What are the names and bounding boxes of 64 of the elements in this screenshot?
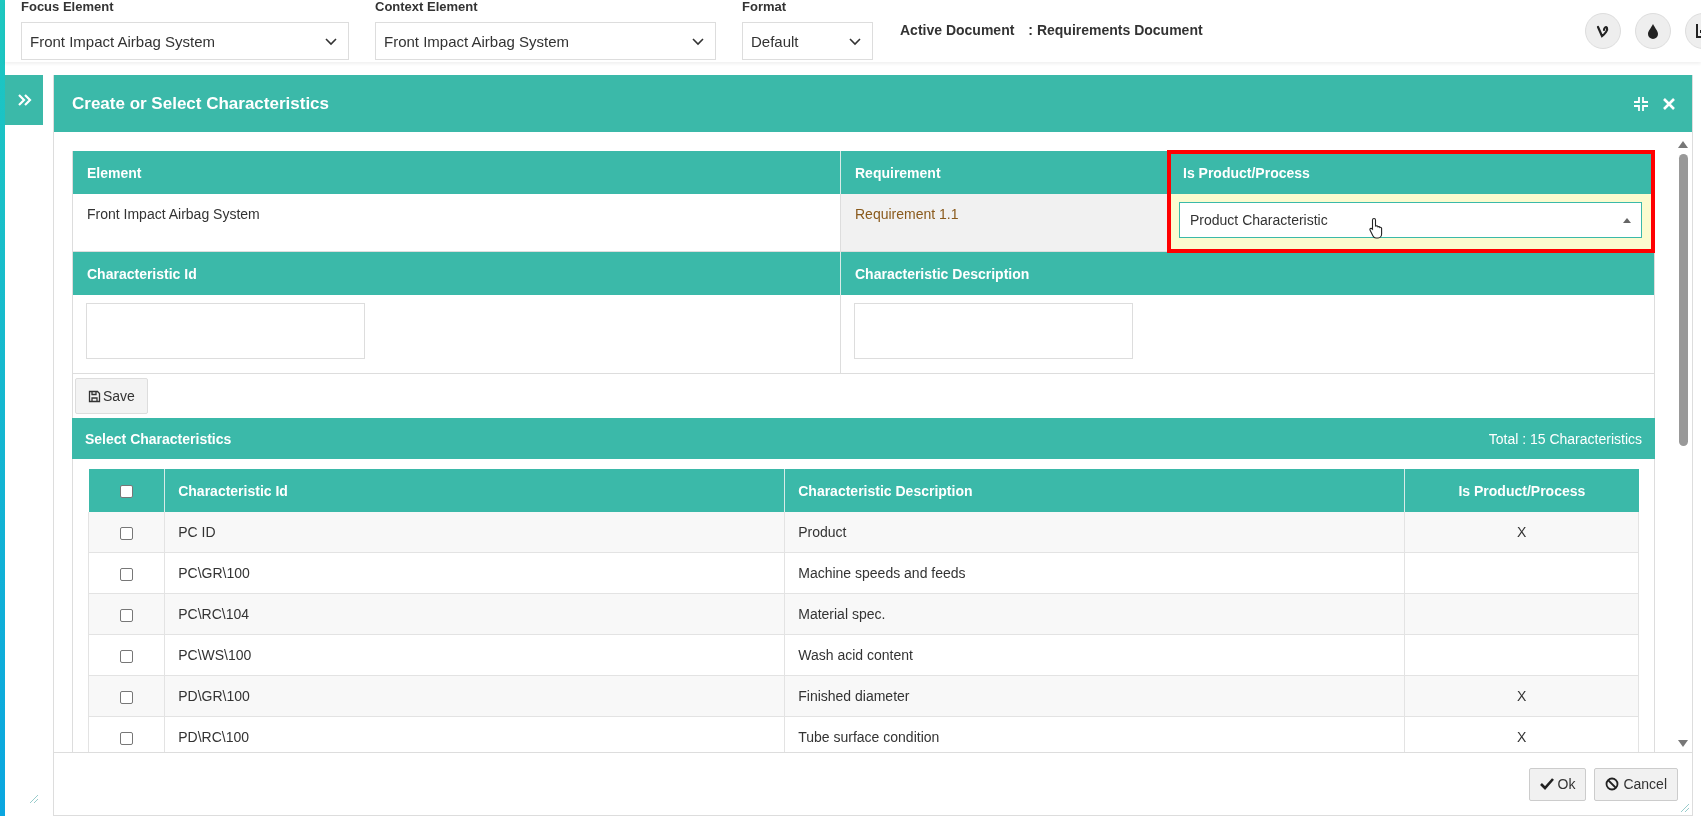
table-cell: X — [1404, 675, 1639, 717]
table-cell: PC\WS\100 — [164, 634, 785, 676]
dropdown[interactable]: Front Impact Airbag System — [375, 22, 716, 60]
row-checkbox[interactable] — [120, 731, 134, 745]
compress-icon — [1634, 96, 1648, 111]
table-cell: Product — [784, 512, 1405, 553]
total-count: Total : 15 Characteristics — [1488, 430, 1642, 447]
dialog-title: Create or Select Characteristics — [72, 93, 331, 114]
column-header: Is Product/Process — [1404, 469, 1639, 512]
table-cell: Requirement 1.1 — [840, 194, 1168, 252]
double-chevron-right-icon — [16, 93, 32, 107]
droplet-icon — [1645, 23, 1661, 39]
column-header: Element — [73, 151, 840, 194]
section-title: Select Characteristics — [85, 430, 232, 447]
save-button[interactable]: Save — [75, 378, 148, 414]
row-checkbox[interactable] — [120, 690, 134, 704]
ok-button[interactable]: Ok — [1528, 767, 1587, 801]
column-header: Requirement — [840, 151, 1168, 194]
table-cell: Machine speeds and feeds — [784, 552, 1405, 594]
column-header: Characteristic Id — [73, 252, 840, 295]
pointer-cursor-icon — [1368, 217, 1383, 239]
chevron-down-icon — [848, 35, 862, 47]
cancel-button[interactable]: Cancel — [1594, 767, 1678, 801]
dropdown[interactable]: Default — [742, 22, 873, 60]
scroll-up-icon — [1678, 140, 1688, 148]
scrollbar-thumb[interactable] — [1678, 154, 1688, 446]
toolbar-button[interactable] — [1585, 13, 1621, 49]
caret-up-icon — [1623, 217, 1631, 223]
row-checkbox[interactable] — [120, 608, 134, 622]
v-logo-icon — [1595, 23, 1611, 39]
field-label: Focus Element — [21, 0, 115, 16]
table-cell: Finished diameter — [784, 675, 1405, 717]
active-document-label: Active Document — [900, 22, 1015, 38]
table-cell: Material spec. — [784, 593, 1405, 635]
close-icon — [1662, 96, 1676, 111]
table-cell: X — [1404, 512, 1639, 553]
input-field[interactable] — [854, 303, 1133, 359]
active-document-name: : Requirements Document — [1028, 22, 1203, 38]
select-all-checkbox[interactable] — [119, 485, 133, 499]
chevron-down-icon — [324, 35, 338, 47]
dropdown[interactable]: Product Characteristic — [1179, 202, 1642, 238]
row-checkbox[interactable] — [120, 567, 134, 581]
check-icon — [1539, 777, 1554, 791]
table-cell: Wash acid content — [784, 634, 1405, 676]
table-cell: PC\GR\100 — [164, 552, 785, 594]
column-header: Characteristic Description — [840, 252, 1654, 295]
ban-icon — [1605, 777, 1620, 791]
field-label: Context Element — [375, 0, 479, 16]
chevron-down-icon — [691, 35, 705, 47]
dropdown[interactable]: Front Impact Airbag System — [21, 22, 349, 60]
table-cell: PC ID — [164, 512, 785, 553]
table-cell: PC\RC\104 — [164, 593, 785, 635]
table-cell: PD\GR\100 — [164, 675, 785, 717]
scroll-down-icon — [1678, 740, 1688, 748]
column-header: Characteristic Description — [784, 469, 1405, 512]
column-header: Is Product/Process — [1168, 151, 1654, 194]
resize-grip-icon — [29, 794, 39, 804]
toolbar-button[interactable] — [1635, 13, 1671, 49]
resize-grip-icon — [1680, 803, 1690, 813]
row-checkbox[interactable] — [120, 526, 134, 540]
field-label: Format — [742, 0, 788, 16]
column-header: Characteristic Id — [164, 469, 785, 512]
input-field[interactable] — [86, 303, 365, 359]
row-checkbox[interactable] — [120, 649, 134, 663]
